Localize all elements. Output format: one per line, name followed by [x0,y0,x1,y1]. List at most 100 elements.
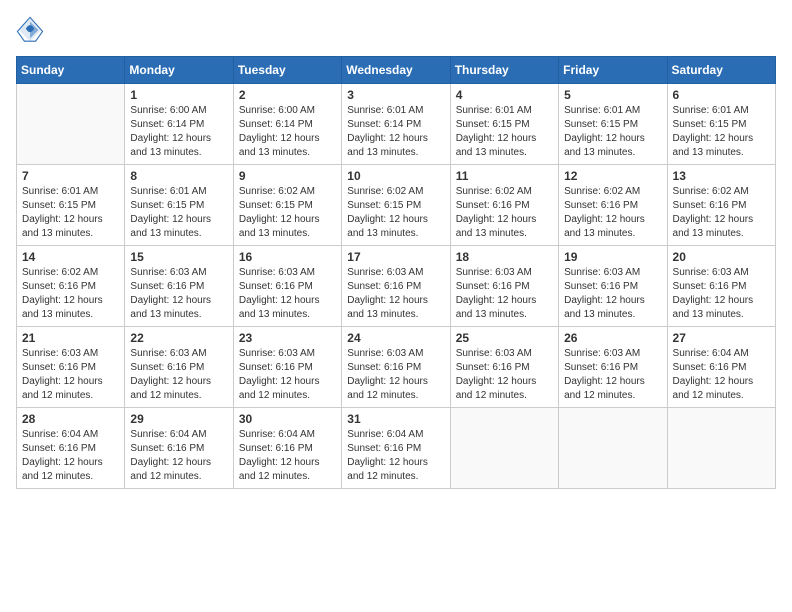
day-info: Sunrise: 6:03 AMSunset: 6:16 PMDaylight:… [347,266,444,322]
calendar-cell: 6 Sunrise: 6:01 AMSunset: 6:15 PMDaylight… [667,84,775,165]
day-info: Sunrise: 6:01 AMSunset: 6:14 PMDaylight:… [347,104,444,160]
day-number: 24 [347,331,444,345]
day-info: Sunrise: 6:01 AMSunset: 6:15 PMDaylight:… [130,185,227,241]
calendar-cell: 1Sunrise: 6:00 AMSunset: 6:14 PMDaylight… [125,84,233,165]
day-info: Sunrise: 6:03 AMSunset: 6:16 PMDaylight:… [564,347,661,403]
day-number: 7 [22,169,119,183]
day-number: 16 [239,250,336,264]
calendar-cell: 27 Sunrise: 6:04 AMSunset: 6:16 PMDayligh… [667,327,775,408]
day-number: 12 [564,169,661,183]
day-number: 10 [347,169,444,183]
calendar-cell: 30 Sunrise: 6:04 AMSunset: 6:16 PMDayligh… [233,408,341,489]
day-info: Sunrise: 6:04 AMSunset: 6:16 PMDaylight:… [673,347,770,403]
day-number: 17 [347,250,444,264]
calendar-cell: 14 Sunrise: 6:02 AMSunset: 6:16 PMDayligh… [17,246,125,327]
calendar-cell: 18Sunrise: 6:03 AMSunset: 6:16 PMDayligh… [450,246,558,327]
calendar-cell [667,408,775,489]
calendar-cell: 9 Sunrise: 6:02 AMSunset: 6:15 PMDaylight… [233,165,341,246]
logo-icon [16,16,44,44]
calendar-header-row: SundayMondayTuesdayWednesdayThursdayFrid… [17,57,776,84]
day-number: 2 [239,88,336,102]
day-info: Sunrise: 6:03 AMSunset: 6:16 PMDaylight:… [130,266,227,322]
day-info: Sunrise: 6:03 AMSunset: 6:16 PMDaylight:… [347,347,444,403]
day-info: Sunrise: 6:00 AMSunset: 6:14 PMDaylight:… [239,104,336,160]
calendar-cell: 17 Sunrise: 6:03 AMSunset: 6:16 PMDayligh… [342,246,450,327]
day-number: 27 [673,331,770,345]
day-info: Sunrise: 6:04 AMSunset: 6:16 PMDaylight:… [130,428,227,484]
logo [16,16,48,44]
header-sunday: Sunday [17,57,125,84]
day-number: 4 [456,88,553,102]
day-info: Sunrise: 6:03 AMSunset: 6:16 PMDaylight:… [673,266,770,322]
calendar-cell: 2 Sunrise: 6:00 AMSunset: 6:14 PMDaylight… [233,84,341,165]
day-info: Sunrise: 6:02 AMSunset: 6:15 PMDaylight:… [239,185,336,241]
day-info: Sunrise: 6:02 AMSunset: 6:16 PMDaylight:… [456,185,553,241]
day-number: 21 [22,331,119,345]
day-number: 20 [673,250,770,264]
calendar-cell: 19 Sunrise: 6:03 AMSunset: 6:16 PMDayligh… [559,246,667,327]
day-info: Sunrise: 6:04 AMSunset: 6:16 PMDaylight:… [239,428,336,484]
day-number: 23 [239,331,336,345]
header-tuesday: Tuesday [233,57,341,84]
calendar-cell: 21 Sunrise: 6:03 AMSunset: 6:16 PMDayligh… [17,327,125,408]
day-info: Sunrise: 6:03 AMSunset: 6:16 PMDaylight:… [239,266,336,322]
page-header [16,16,776,44]
day-info: Sunrise: 6:01 AMSunset: 6:15 PMDaylight:… [22,185,119,241]
header-monday: Monday [125,57,233,84]
day-info: Sunrise: 6:04 AMSunset: 6:16 PMDaylight:… [22,428,119,484]
day-info: Sunrise: 6:02 AMSunset: 6:16 PMDaylight:… [22,266,119,322]
header-thursday: Thursday [450,57,558,84]
calendar-table: SundayMondayTuesdayWednesdayThursdayFrid… [16,56,776,489]
day-info: Sunrise: 6:02 AMSunset: 6:16 PMDaylight:… [673,185,770,241]
day-info: Sunrise: 6:01 AMSunset: 6:15 PMDaylight:… [673,104,770,160]
calendar-cell: 15 Sunrise: 6:03 AMSunset: 6:16 PMDayligh… [125,246,233,327]
day-number: 13 [673,169,770,183]
day-number: 30 [239,412,336,426]
day-info: Sunrise: 6:02 AMSunset: 6:16 PMDaylight:… [564,185,661,241]
calendar-cell: 26Sunrise: 6:03 AMSunset: 6:16 PMDayligh… [559,327,667,408]
calendar-cell: 11Sunrise: 6:02 AMSunset: 6:16 PMDayligh… [450,165,558,246]
calendar-cell: 20 Sunrise: 6:03 AMSunset: 6:16 PMDayligh… [667,246,775,327]
day-info: Sunrise: 6:04 AMSunset: 6:16 PMDaylight:… [347,428,444,484]
day-info: Sunrise: 6:03 AMSunset: 6:16 PMDaylight:… [564,266,661,322]
day-number: 31 [347,412,444,426]
day-number: 15 [130,250,227,264]
calendar-week-1: 1 Sunrise: 6:00 AMSunset: 6:14 PMDaylight… [17,84,776,165]
calendar-cell: 28 Sunrise: 6:04 AMSunset: 6:16 PMDayligh… [17,408,125,489]
calendar-week-4: 21 Sunrise: 6:03 AMSunset: 6:16 PMDayligh… [17,327,776,408]
header-wednesday: Wednesday [342,57,450,84]
calendar-cell: 13 Sunrise: 6:02 AMSunset: 6:16 PMDayligh… [667,165,775,246]
calendar-week-5: 28 Sunrise: 6:04 AMSunset: 6:16 PMDayligh… [17,408,776,489]
day-number: 25 [456,331,553,345]
calendar-cell: 10 Sunrise: 6:02 AMSunset: 6:15 PMDayligh… [342,165,450,246]
day-number: 28 [22,412,119,426]
calendar-cell: 7 Sunrise: 6:01 AMSunset: 6:15 PMDaylight… [17,165,125,246]
day-info: Sunrise: 6:01 AMSunset: 6:15 PMDaylight:… [564,104,661,160]
day-info: Sunrise: 6:03 AMSunset: 6:16 PMDaylight:… [22,347,119,403]
day-number: 22 [130,331,227,345]
calendar-cell: 31 Sunrise: 6:04 AMSunset: 6:16 PMDayligh… [342,408,450,489]
calendar-cell [17,84,125,165]
day-number: 1 [130,88,227,102]
day-number: 19 [564,250,661,264]
calendar-cell: 16 Sunrise: 6:03 AMSunset: 6:16 PMDayligh… [233,246,341,327]
day-number: 6 [673,88,770,102]
calendar-cell: 4Sunrise: 6:01 AMSunset: 6:15 PMDaylight… [450,84,558,165]
calendar-week-3: 14 Sunrise: 6:02 AMSunset: 6:16 PMDayligh… [17,246,776,327]
day-number: 14 [22,250,119,264]
header-friday: Friday [559,57,667,84]
day-number: 8 [130,169,227,183]
calendar-cell: 25 Sunrise: 6:03 AMSunset: 6:16 PMDayligh… [450,327,558,408]
day-number: 5 [564,88,661,102]
calendar-cell: 22Sunrise: 6:03 AMSunset: 6:16 PMDayligh… [125,327,233,408]
day-number: 29 [130,412,227,426]
calendar-cell: 8 Sunrise: 6:01 AMSunset: 6:15 PMDaylight… [125,165,233,246]
day-info: Sunrise: 6:03 AMSunset: 6:16 PMDaylight:… [239,347,336,403]
day-info: Sunrise: 6:03 AMSunset: 6:16 PMDaylight:… [456,347,553,403]
calendar-cell: 24 Sunrise: 6:03 AMSunset: 6:16 PMDayligh… [342,327,450,408]
calendar-cell: 23 Sunrise: 6:03 AMSunset: 6:16 PMDayligh… [233,327,341,408]
calendar-cell: 5 Sunrise: 6:01 AMSunset: 6:15 PMDaylight… [559,84,667,165]
day-info: Sunrise: 6:02 AMSunset: 6:15 PMDaylight:… [347,185,444,241]
calendar-cell [450,408,558,489]
day-number: 9 [239,169,336,183]
